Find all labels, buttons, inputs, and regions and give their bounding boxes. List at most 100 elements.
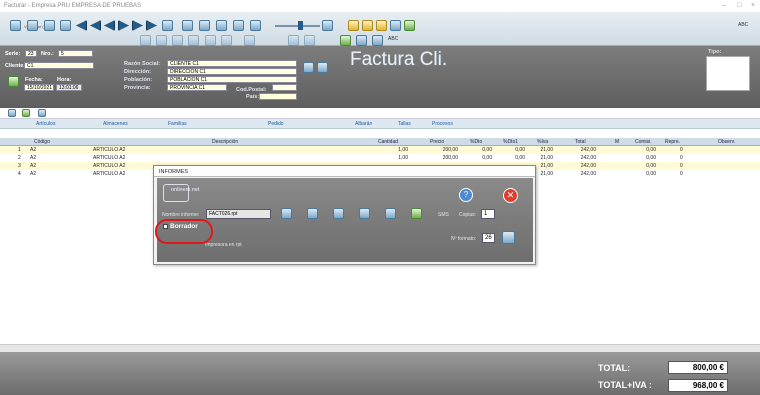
minimize-icon[interactable]: – (722, 2, 726, 9)
cell-descripcion[interactable]: ARTICULO A2 (93, 162, 125, 170)
info-icon[interactable] (322, 20, 333, 31)
client-card-icon[interactable] (317, 62, 328, 73)
close-window-icon[interactable]: × (751, 2, 755, 9)
tipo-list[interactable] (706, 56, 750, 91)
tab-tallas[interactable]: Tallas (398, 121, 411, 127)
attach-icon[interactable] (216, 20, 227, 31)
cell-total[interactable]: 242,00 (570, 146, 596, 154)
search-client-icon[interactable] (303, 62, 314, 73)
settings-icon[interactable] (288, 35, 299, 46)
nro-field[interactable]: 5 (58, 50, 93, 57)
help-icon[interactable]: ? (459, 188, 473, 202)
cliente-field[interactable]: C1 (24, 62, 94, 69)
pdf-icon[interactable] (333, 208, 344, 219)
export-excel-icon[interactable] (411, 208, 422, 219)
col-comisi[interactable]: Comisi. (635, 139, 652, 145)
zoom-in-icon[interactable] (205, 35, 216, 46)
cell-iva[interactable]: 21,00 (533, 154, 553, 162)
horizontal-scrollbar[interactable] (0, 344, 760, 352)
col-descripcion[interactable]: Descripción (212, 139, 238, 145)
cell-comisi[interactable]: 0,00 (636, 162, 656, 170)
cell-total[interactable]: 242,00 (570, 162, 596, 170)
cell-total[interactable]: 242,00 (570, 154, 596, 162)
cell-comisi[interactable]: 0,00 (636, 146, 656, 154)
cell-codigo[interactable]: A2 (30, 154, 36, 162)
cell-cantidad[interactable]: 1,00 (380, 154, 408, 162)
print-preview-icon[interactable] (281, 208, 292, 219)
edit-record-icon[interactable] (162, 20, 173, 31)
exit-icon[interactable] (404, 20, 415, 31)
col-dto[interactable]: %Dto (470, 139, 482, 145)
col-observ[interactable]: Observ. (718, 139, 735, 145)
tag-icon[interactable] (376, 20, 387, 31)
cell-comisi[interactable]: 0,00 (636, 170, 656, 178)
export-icon[interactable] (250, 20, 261, 31)
new-icon[interactable] (10, 20, 21, 31)
report-icon[interactable] (304, 35, 315, 46)
provincia-field[interactable]: PROVINCIA C1 (167, 84, 227, 91)
next-page-icon[interactable] (132, 20, 143, 31)
star-icon[interactable] (348, 20, 359, 31)
next-record-icon[interactable] (118, 20, 129, 31)
fecha-field[interactable]: 15/10/2021 (24, 84, 54, 91)
corner-abc-icon[interactable]: ABC (738, 22, 748, 28)
tab-procesos[interactable]: Procesos (432, 121, 453, 127)
tab-doc-icon[interactable] (8, 109, 16, 117)
list-icon[interactable] (156, 35, 167, 46)
zoom-slider-thumb[interactable] (298, 21, 303, 30)
help-icon[interactable] (390, 20, 401, 31)
mail-icon[interactable] (233, 20, 244, 31)
tools-icon[interactable] (244, 35, 255, 46)
grid-icon[interactable] (140, 35, 151, 46)
star-filled-icon[interactable] (362, 20, 373, 31)
cell-iva[interactable]: 21,00 (533, 146, 553, 154)
zoom-out-icon[interactable] (221, 35, 232, 46)
hora-field[interactable]: 13:01:06 (56, 84, 82, 91)
table-row[interactable]: 2 A2 ARTICULO A2 1,00 200,00 0,00 0,00 2… (0, 154, 760, 162)
tab-albaran[interactable]: Albarán (355, 121, 372, 127)
tab-pedido[interactable]: Pedido (268, 121, 284, 127)
cell-repre[interactable]: 0 (680, 154, 683, 162)
direccion-field[interactable]: DIRECCION C1 (167, 68, 297, 75)
cell-descripcion[interactable]: ARTICULO A2 (93, 154, 125, 162)
client-icon[interactable] (8, 76, 19, 87)
close-dialog-icon[interactable]: ✕ (503, 188, 518, 203)
col-cantidad[interactable]: Cantidad (378, 139, 398, 145)
razon-field[interactable]: CLIENTE C1 (167, 60, 297, 67)
cell-precio[interactable]: 200,00 (432, 154, 458, 162)
spellcheck-icon[interactable]: ABC (388, 36, 398, 42)
cell-iva[interactable]: 21,00 (533, 162, 553, 170)
cell-dto1[interactable]: 0,00 (503, 146, 525, 154)
copy-icon[interactable] (182, 20, 193, 31)
cell-codigo[interactable]: A2 (30, 162, 36, 170)
cell-dto[interactable]: 0,00 (470, 154, 492, 162)
calculator-icon[interactable] (172, 35, 183, 46)
col-m[interactable]: M (615, 139, 619, 145)
formato-select-icon[interactable] (502, 231, 515, 244)
col-repre[interactable]: Repre. (665, 139, 680, 145)
cp-field[interactable] (272, 84, 297, 91)
pais-field[interactable] (259, 93, 297, 100)
chart-icon[interactable] (356, 35, 367, 46)
cell-dto1[interactable]: 0,00 (503, 154, 525, 162)
cell-cantidad[interactable]: 1,00 (380, 146, 408, 154)
edit-icon[interactable] (44, 20, 55, 31)
formato-field[interactable]: 26 (482, 233, 495, 243)
print-icon[interactable] (307, 208, 318, 219)
tab-almacenes[interactable]: Almacenes (103, 121, 128, 127)
tab-add-icon[interactable] (22, 109, 30, 117)
print-icon[interactable] (60, 20, 71, 31)
lock-icon[interactable] (188, 35, 199, 46)
cell-total[interactable]: 242,00 (570, 170, 596, 178)
copias-field[interactable]: 1 (481, 209, 495, 219)
informe-field[interactable]: FACT026.rpt (206, 209, 271, 219)
prev-record-icon[interactable] (104, 20, 115, 31)
cell-comisi[interactable]: 0,00 (636, 154, 656, 162)
tab-articulos[interactable]: Artículos (36, 121, 55, 127)
cell-dto[interactable]: 0,00 (470, 146, 492, 154)
excel-icon[interactable] (340, 35, 351, 46)
cell-repre[interactable]: 0 (680, 170, 683, 178)
poblacion-field[interactable]: POBLACION C1 (167, 76, 297, 83)
maximize-icon[interactable]: □ (737, 2, 741, 9)
cell-codigo[interactable]: A2 (30, 146, 36, 154)
